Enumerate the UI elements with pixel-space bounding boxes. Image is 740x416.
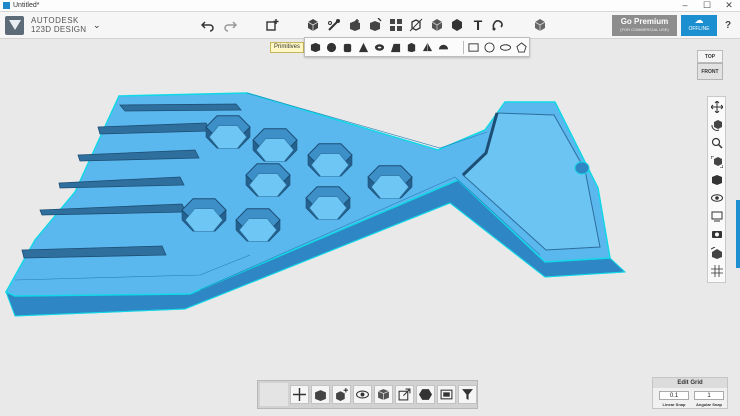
orbit-icon[interactable]: [710, 118, 723, 131]
cone-icon[interactable]: [357, 41, 370, 54]
minimize-button[interactable]: –: [674, 0, 696, 12]
account-button[interactable]: ☁ OFFLINE: [681, 15, 717, 36]
zoom-icon[interactable]: [710, 136, 723, 149]
angular-snap-label: Angular Snap: [695, 402, 722, 407]
view-cube-front[interactable]: FRONT: [697, 63, 723, 80]
go-premium-button[interactable]: Go Premium (FOR COMMERCIAL USE): [612, 15, 677, 36]
window-titlebar: Untitled* – ☐ ✕: [0, 0, 740, 12]
app-window: Untitled* – ☐ ✕ AUTODESK 123D DESIGN ⌄ T…: [0, 0, 740, 416]
grouping-icon[interactable]: [406, 15, 426, 35]
primitives-icon[interactable]: [303, 15, 323, 35]
edit-grid-button[interactable]: Edit Grid: [653, 378, 727, 388]
maximize-button[interactable]: ☐: [696, 0, 718, 12]
sphere-icon[interactable]: [325, 41, 338, 54]
navigation-bar: [707, 96, 726, 283]
smart-scale-icon[interactable]: [311, 385, 330, 404]
construct-icon[interactable]: [345, 15, 365, 35]
ellipse-icon[interactable]: [499, 41, 512, 54]
cloud-icon: ☁: [694, 15, 704, 25]
eye-icon[interactable]: [353, 385, 372, 404]
view-cube[interactable]: TOP FRONT: [697, 50, 723, 82]
toolbar-blank: [260, 383, 288, 406]
rectangle-icon[interactable]: [467, 41, 480, 54]
smart-rotate-icon[interactable]: [332, 385, 351, 404]
fit-icon[interactable]: [710, 155, 723, 168]
grid-icon[interactable]: [710, 246, 723, 259]
material-display-icon[interactable]: [710, 209, 723, 222]
premium-title: Go Premium: [620, 17, 669, 26]
prism-icon[interactable]: [405, 41, 418, 54]
combine-icon[interactable]: [427, 15, 447, 35]
flyout-separator: [463, 41, 464, 54]
redo-icon[interactable]: [220, 15, 240, 35]
main-toolbar: AUTODESK 123D DESIGN ⌄ T Go Premium (FOR…: [0, 12, 740, 39]
edit-grid-panel: Edit Grid 0.1 1 Linear Snap Angular Snap: [652, 377, 728, 409]
linear-snap-label: Linear Snap: [662, 402, 686, 407]
material-icon[interactable]: [530, 15, 550, 35]
angular-snap-field[interactable]: 1: [694, 391, 724, 400]
tail-hole: [574, 161, 590, 175]
viewport[interactable]: [0, 40, 740, 416]
cylinder-icon[interactable]: [341, 41, 354, 54]
screenshot-icon[interactable]: [710, 227, 723, 240]
pan-icon[interactable]: [710, 100, 723, 113]
primitives-tooltip: Primitives: [270, 42, 305, 53]
pyramid-icon[interactable]: [421, 41, 434, 54]
shape-icon[interactable]: [416, 385, 435, 404]
account-status: OFFLINE: [688, 26, 710, 32]
text-icon[interactable]: T: [468, 15, 488, 35]
snap-grid-icon[interactable]: [710, 264, 723, 277]
cube-material-icon[interactable]: [374, 385, 393, 404]
window-title: Untitled*: [13, 2, 40, 9]
view-cube-top[interactable]: TOP: [697, 50, 723, 63]
snap-icon[interactable]: [488, 15, 508, 35]
pattern-icon[interactable]: [386, 15, 406, 35]
box-icon[interactable]: [309, 41, 322, 54]
view-mode-icon[interactable]: [710, 173, 723, 186]
undo-icon[interactable]: [198, 15, 218, 35]
torus-icon[interactable]: [373, 41, 386, 54]
app-logo-icon: [5, 16, 24, 35]
help-button[interactable]: ?: [721, 20, 735, 32]
brand-company: AUTODESK: [31, 16, 79, 25]
hemisphere-icon[interactable]: [437, 41, 450, 54]
group-icon[interactable]: [437, 385, 456, 404]
side-panel-handle[interactable]: [736, 200, 740, 268]
primitives-flyout: [304, 37, 530, 57]
measure-icon[interactable]: [447, 15, 467, 35]
filter-icon[interactable]: [458, 385, 477, 404]
move-icon[interactable]: [290, 385, 309, 404]
linear-snap-field[interactable]: 0.1: [659, 391, 689, 400]
wedge-icon[interactable]: [389, 41, 402, 54]
sketch-icon[interactable]: [324, 15, 344, 35]
brand-product: 123D DESIGN: [31, 25, 87, 34]
modify-icon[interactable]: [365, 15, 385, 35]
close-button[interactable]: ✕: [718, 0, 740, 12]
visibility-icon[interactable]: [710, 191, 723, 204]
premium-subtitle: (FOR COMMERCIAL USE): [620, 27, 669, 32]
polygon-icon[interactable]: [515, 41, 528, 54]
app-icon: [3, 2, 10, 9]
transform-toolbar: [257, 380, 478, 409]
app-menu-chevron-icon[interactable]: ⌄: [93, 20, 101, 31]
export-icon[interactable]: [395, 385, 414, 404]
add-part-icon[interactable]: [262, 15, 282, 35]
circle-icon[interactable]: [483, 41, 496, 54]
